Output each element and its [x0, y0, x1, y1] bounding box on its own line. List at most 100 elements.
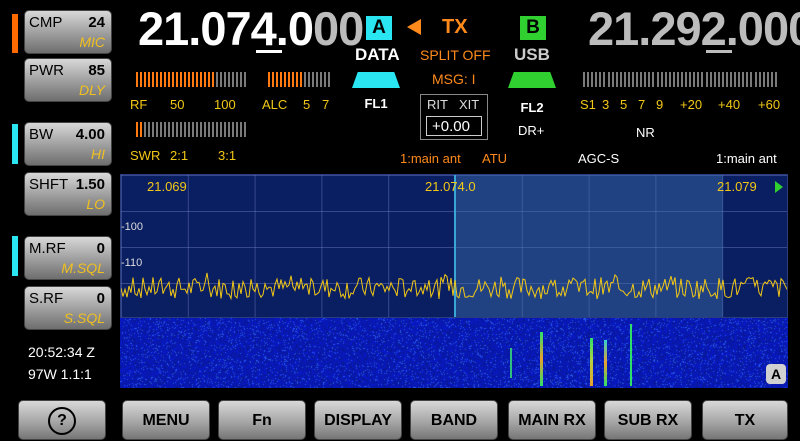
- vfo-b-tuning-underline: [706, 50, 732, 53]
- meter-segment: [681, 72, 683, 87]
- meter-segment: [204, 122, 206, 137]
- meter-segment: [200, 122, 202, 137]
- meter-segment: [148, 72, 150, 87]
- meter-segment: [204, 72, 206, 87]
- meter-segment: [208, 122, 210, 137]
- alc-meter: [268, 72, 332, 87]
- mrf-indicator-mark: [12, 236, 18, 276]
- meter-segment: [196, 122, 198, 137]
- meter-segment: [156, 72, 158, 87]
- ref-level-110: -110: [121, 257, 143, 269]
- cmp-value: 24: [88, 14, 105, 31]
- meter-segment: [619, 72, 622, 87]
- meter-segment: [591, 72, 594, 87]
- vfo-b-mode[interactable]: USB: [514, 45, 550, 65]
- shft-button[interactable]: SHFT 1.50 LO: [24, 172, 112, 216]
- mrf-button[interactable]: M.RF 0 M.SQL: [24, 236, 112, 280]
- meter-segment: [632, 72, 634, 87]
- rit-xit-box[interactable]: RIT XIT +0.00: [420, 94, 488, 140]
- shft-sub-label: LO: [86, 196, 105, 212]
- sub-rx-button[interactable]: SUB RX: [604, 400, 692, 440]
- band-button[interactable]: BAND: [410, 400, 498, 440]
- filter-2-label[interactable]: FL2: [516, 100, 548, 115]
- bw-sub-label: HI: [91, 146, 105, 162]
- meter-segment: [774, 72, 777, 87]
- meter-segment: [196, 72, 198, 87]
- nr-indicator: NR: [636, 125, 655, 140]
- meter-segment: [725, 72, 728, 87]
- vfo-b-frequency[interactable]: 21.292.000: [588, 4, 800, 54]
- meter-segment: [721, 72, 724, 87]
- meter-segment: [168, 72, 170, 87]
- meter-segment: [730, 72, 732, 87]
- alc-meter-tick-7: 7: [322, 97, 330, 112]
- meter-segment: [664, 72, 667, 87]
- meter-segment: [676, 72, 679, 87]
- cmp-sub-label: MIC: [79, 34, 105, 50]
- filter-1-label[interactable]: FL1: [360, 96, 392, 111]
- clock-time: 20:52:34 Z: [28, 344, 95, 360]
- spectrum-display[interactable]: 21.069 21.074.0 21.079 -100 -110: [120, 174, 788, 318]
- menu-button[interactable]: MENU: [122, 400, 210, 440]
- pwr-value: 85: [88, 62, 105, 79]
- vfo-a-frequency[interactable]: 21.074.000: [138, 4, 364, 54]
- meter-segment: [713, 72, 716, 87]
- spectrum-freq-right: 21.079: [717, 179, 757, 194]
- meter-segment: [292, 72, 294, 87]
- message-status: MSG: I: [432, 71, 476, 87]
- atu-status: ATU: [482, 151, 508, 166]
- xit-label[interactable]: XIT: [459, 97, 479, 112]
- waterfall-signal-4: [630, 324, 632, 386]
- vfo-a-mode[interactable]: DATA: [355, 45, 400, 65]
- meter-segment: [300, 72, 302, 87]
- agc-status: AGC-S: [578, 151, 620, 166]
- waterfall-vfo-badge[interactable]: A: [766, 364, 786, 384]
- meter-segment: [164, 72, 166, 87]
- s-meter-tick-plus60: +60: [758, 97, 781, 112]
- tx-button[interactable]: TX: [702, 400, 788, 440]
- main-rx-button[interactable]: MAIN RX: [508, 400, 596, 440]
- meter-segment: [172, 72, 174, 87]
- bw-label: BW: [29, 126, 54, 143]
- meter-segment: [770, 72, 773, 87]
- fn-button[interactable]: Fn: [218, 400, 306, 440]
- rf-meter-label: RF: [130, 97, 148, 112]
- bw-button[interactable]: BW 4.00 HI: [24, 122, 112, 166]
- spectrum-scroll-right-icon[interactable]: [775, 181, 783, 193]
- waterfall-canvas: [120, 318, 788, 388]
- meter-segment: [672, 72, 675, 87]
- ref-level-100: -100: [121, 221, 144, 233]
- waterfall-signal-1: [540, 332, 543, 386]
- meter-segment: [328, 72, 330, 87]
- help-button[interactable]: ?: [18, 400, 106, 440]
- meter-segment: [152, 72, 154, 87]
- shft-label: SHFT: [29, 176, 69, 193]
- swr-meter-label: SWR: [130, 148, 161, 163]
- meter-segment: [611, 72, 614, 87]
- meter-segment: [312, 72, 314, 87]
- mrf-label: M.RF: [29, 240, 66, 257]
- meter-segment: [176, 72, 178, 87]
- waterfall-display[interactable]: A: [120, 318, 788, 388]
- rit-label[interactable]: RIT: [427, 97, 448, 112]
- meter-segment: [746, 72, 749, 87]
- meter-segment: [644, 72, 647, 87]
- meter-segment: [308, 72, 310, 87]
- meter-segment: [244, 72, 246, 87]
- filter-1-shape-icon: [352, 72, 400, 88]
- vfo-a-label[interactable]: A: [366, 16, 392, 40]
- meter-segment: [136, 122, 138, 137]
- meter-segment: [742, 72, 745, 87]
- pwr-button[interactable]: PWR 85 DLY: [24, 58, 112, 102]
- vfo-b-label[interactable]: B: [520, 16, 546, 40]
- meter-segment: [324, 72, 326, 87]
- alc-meter-label: ALC: [262, 97, 288, 112]
- meter-segment: [192, 72, 194, 87]
- rf-meter-tick-50: 50: [170, 97, 185, 112]
- cmp-button[interactable]: CMP 24 MIC: [24, 10, 112, 54]
- srf-button[interactable]: S.RF 0 S.SQL: [24, 286, 112, 330]
- meter-segment: [648, 72, 651, 87]
- shft-value: 1.50: [75, 176, 105, 193]
- display-button[interactable]: DISPLAY: [314, 400, 402, 440]
- swr-meter: [136, 122, 248, 137]
